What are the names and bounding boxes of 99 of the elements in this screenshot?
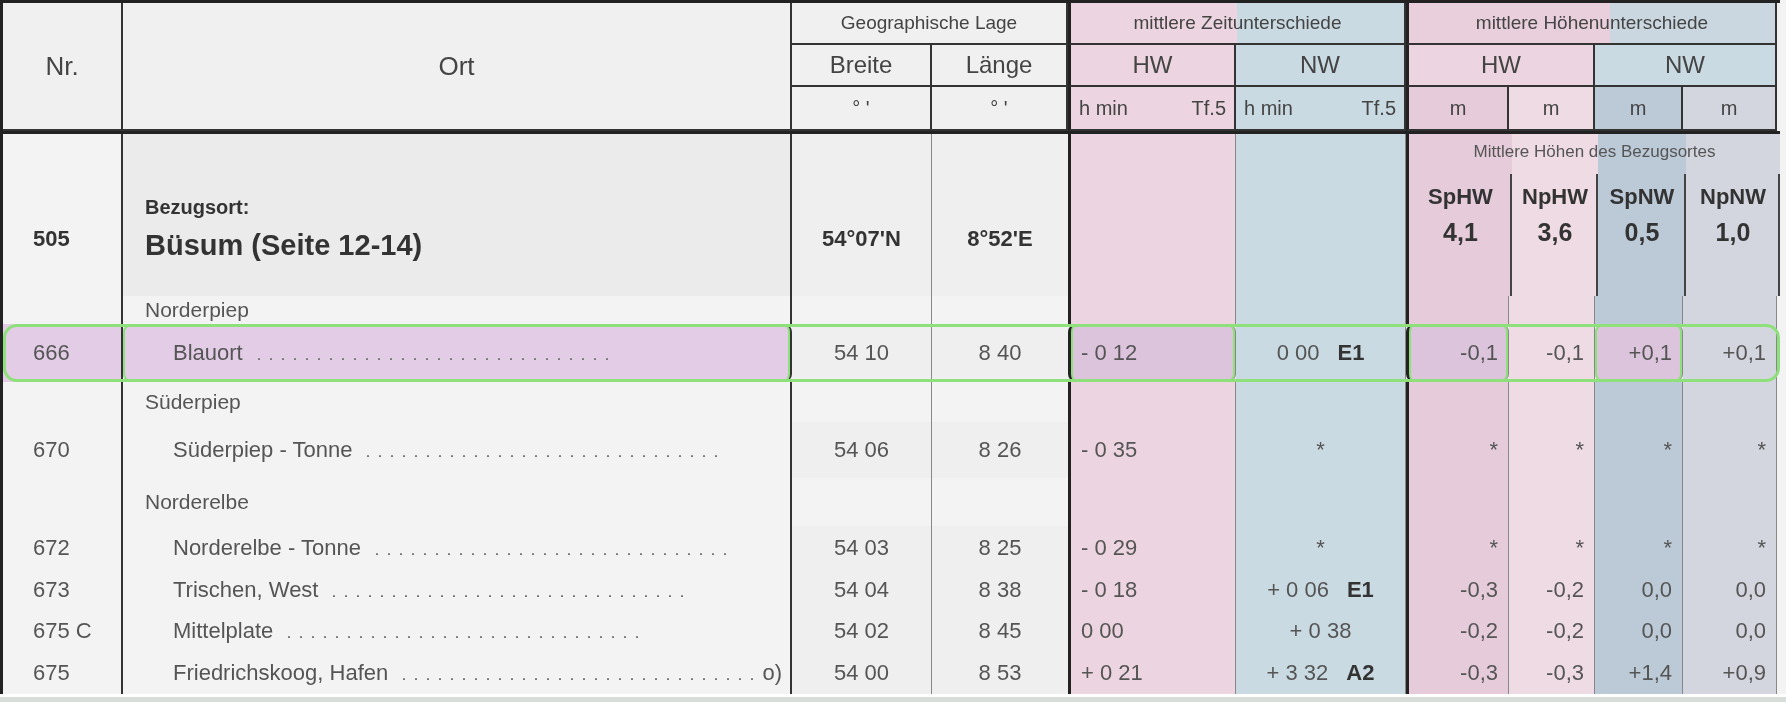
table-cell: -0,2 (1509, 570, 1595, 610)
table-cell: +0,9 (1683, 652, 1777, 694)
column-header: NW (1595, 45, 1777, 87)
station-name: Blauort (172, 340, 243, 366)
latitude: 54 00 (833, 660, 890, 686)
station-number: 673 (33, 577, 70, 603)
time-difference: * (1316, 535, 1325, 561)
group-name: Norderpiep (145, 298, 249, 322)
unit-header: m (1509, 87, 1595, 131)
table-cell: - 0 29 (1068, 526, 1236, 570)
unit-header: ° ' (792, 87, 932, 131)
station-name: Friedrichskoog, Hafen (172, 660, 389, 686)
reference-station-name: Büsum (Seite 12-14) (145, 229, 423, 262)
table-cell: * (1595, 526, 1683, 570)
group-name: Süderpiep (145, 390, 241, 414)
unit-label: h min (1079, 96, 1128, 120)
footnote-mark: o) (762, 660, 782, 686)
group-name: Norderelbe (145, 490, 249, 514)
table-code: A2 (1346, 660, 1375, 686)
column-group-header: mittlere Höhenunterschiede (1406, 3, 1777, 45)
reference-height-value: 0,5 (1624, 218, 1660, 247)
table-cell: -0,1 (1406, 324, 1509, 382)
column-header: HW (1406, 45, 1595, 87)
height-label: NpNW (1700, 184, 1766, 210)
height-label: SpHW (1428, 184, 1493, 210)
station-name: Mittelplate (172, 618, 274, 644)
table-cell: -0,1 (1509, 324, 1595, 382)
column-group-header: mittlere Zeitunterschiede (1068, 3, 1406, 45)
reference-height-value: 3,6 (1537, 218, 1573, 247)
time-difference: * (1316, 437, 1325, 463)
table-cell: +1,4 (1595, 652, 1683, 694)
height-label: NpHW (1522, 184, 1588, 210)
column-header: Breite (792, 45, 932, 87)
table-cell: - 0 35 (1068, 422, 1236, 478)
table-cell: * (1683, 526, 1777, 570)
column-header: Nr. (3, 3, 123, 131)
latitude: 54 10 (833, 340, 890, 366)
column-header: HW (1068, 45, 1236, 87)
latitude: 54°07'N (822, 226, 901, 252)
table-cell: 0 00 (1068, 610, 1236, 652)
table-cell: * (1595, 422, 1683, 478)
table-code: E1 (1337, 340, 1365, 366)
table-cell: +0,1 (1595, 324, 1683, 382)
table-cell: * (1509, 422, 1595, 478)
longitude: 8 38 (978, 577, 1022, 603)
reference-height-value: 1,0 (1715, 218, 1751, 247)
table-cell: 0,0 (1683, 570, 1777, 610)
station-name: Norderelbe - Tonne (172, 535, 361, 561)
table-cell: -0,2 (1406, 610, 1509, 652)
unit-label: Tf.5 (1191, 96, 1226, 120)
height-label: SpNW (1609, 184, 1675, 210)
column-header: NW (1236, 45, 1406, 87)
station-number: 672 (33, 535, 70, 561)
table-cell: -0,3 (1509, 652, 1595, 694)
latitude: 54 02 (833, 618, 890, 644)
table-cell: * (1509, 526, 1595, 570)
station-number: 505 (33, 226, 70, 252)
longitude: 8 25 (978, 535, 1022, 561)
column-header: Ort (123, 3, 792, 131)
reference-label: Bezugsort: (145, 196, 250, 219)
table-cell: -0,3 (1406, 652, 1509, 694)
table-cell: * (1406, 422, 1509, 478)
unit-label: Tf.5 (1361, 96, 1396, 120)
table-cell: * (1406, 526, 1509, 570)
latitude: 54 04 (833, 577, 890, 603)
unit-label: h min (1244, 96, 1293, 120)
unit-header: m (1595, 87, 1683, 131)
longitude: 8 53 (978, 660, 1022, 686)
table-code: E1 (1346, 577, 1374, 603)
table-cell: * (1683, 422, 1777, 478)
station-number: 675 (33, 660, 70, 686)
table-cell: + 0 21 (1068, 652, 1236, 694)
time-difference: + 3 32 (1266, 660, 1329, 686)
station-number: 670 (33, 437, 70, 463)
longitude: 8 45 (978, 618, 1022, 644)
table-cell: - 0 12 (1068, 324, 1236, 382)
reference-heights-caption: Mittlere Höhen des Bezugsortes (1473, 142, 1716, 162)
table-cell: -0,3 (1406, 570, 1509, 610)
station-number: 675 C (33, 618, 92, 644)
latitude: 54 06 (833, 437, 890, 463)
table-cell: 0,0 (1595, 610, 1683, 652)
time-difference: 0 00 (1276, 340, 1320, 366)
station-name: Süderpiep - Tonne (172, 437, 353, 463)
table-cell: - 0 18 (1068, 570, 1236, 610)
station-name: Trischen, West (172, 577, 319, 603)
longitude: 8 26 (978, 437, 1022, 463)
table-cell: +0,1 (1683, 324, 1777, 382)
table-cell: 0,0 (1683, 610, 1777, 652)
station-number: 666 (33, 340, 70, 366)
table-cell: 0,0 (1595, 570, 1683, 610)
longitude: 8°52'E (967, 226, 1033, 252)
longitude: 8 40 (978, 340, 1022, 366)
table-cell: -0,2 (1509, 610, 1595, 652)
time-difference: + 0 38 (1289, 618, 1352, 644)
unit-header: m (1683, 87, 1777, 131)
time-difference: + 0 06 (1267, 577, 1329, 603)
unit-header: m (1406, 87, 1509, 131)
reference-height-value: 4,1 (1443, 218, 1478, 247)
latitude: 54 03 (833, 535, 890, 561)
